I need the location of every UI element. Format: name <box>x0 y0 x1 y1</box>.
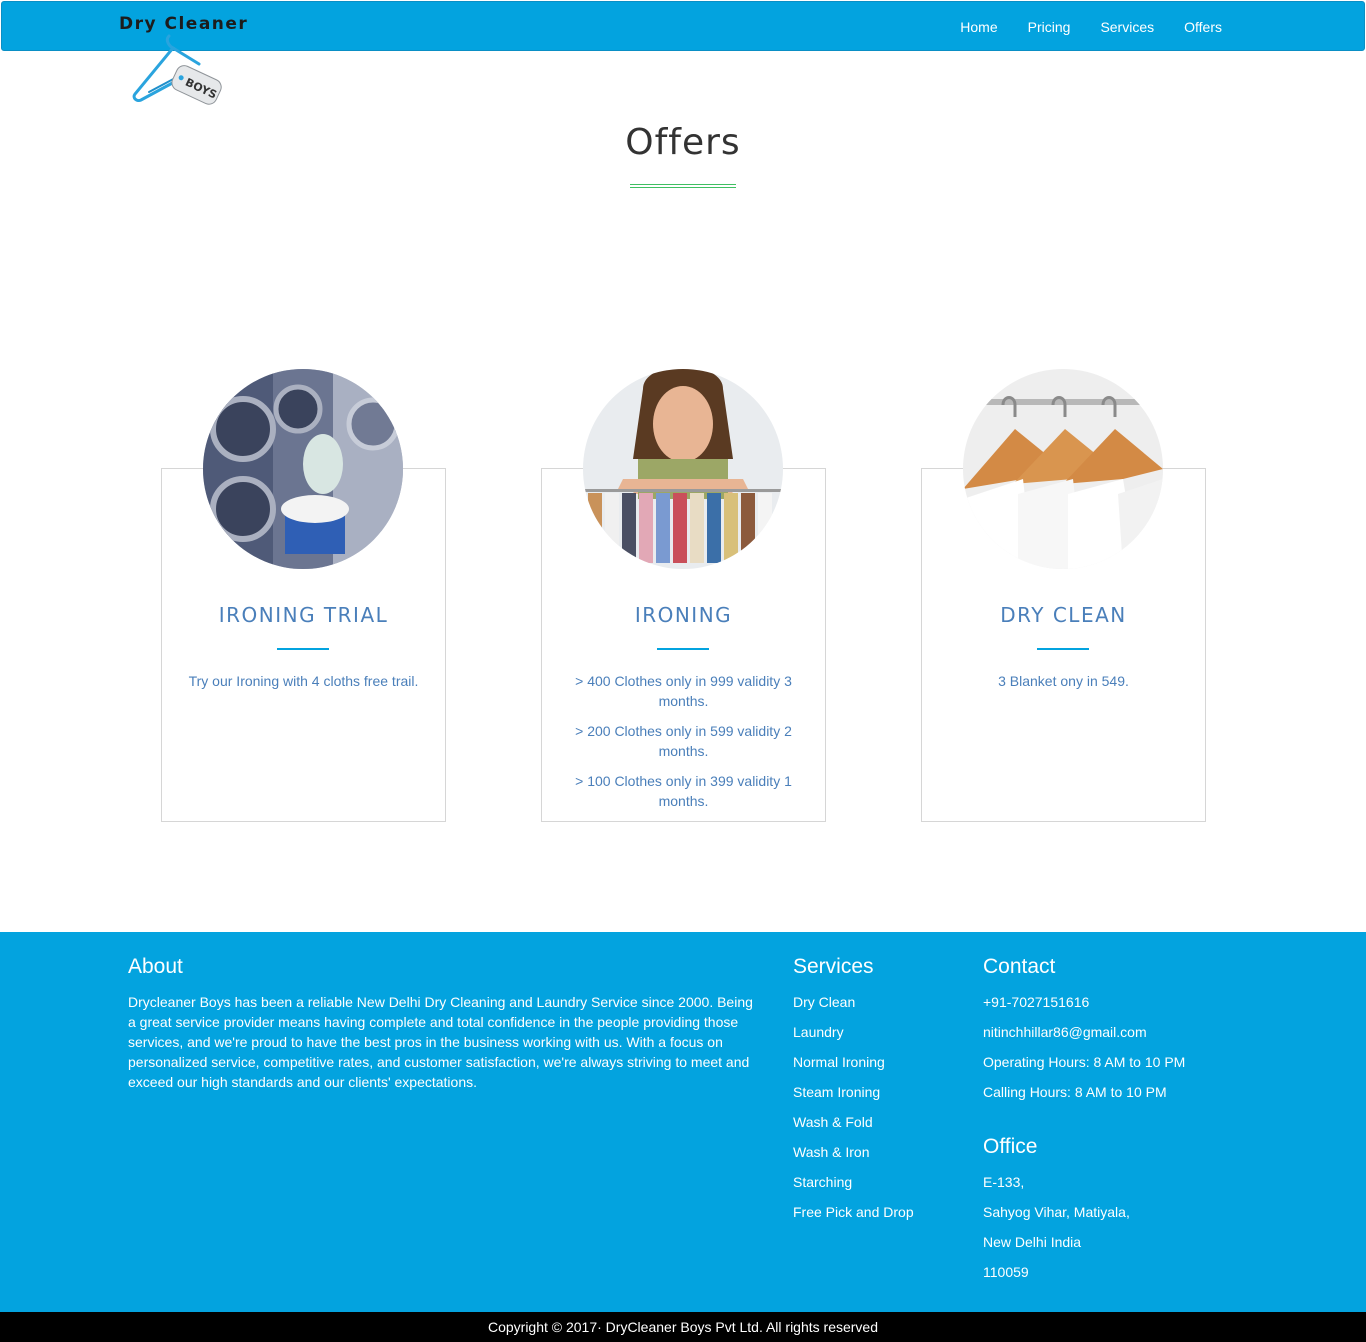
footer-office-heading: Office <box>983 1135 1038 1158</box>
hanger-icon: BOYS <box>132 34 222 105</box>
offer-description: > 400 Clothes only in 999 validity 3 mon… <box>566 671 801 821</box>
footer-about-text: Drycleaner Boys has been a reliable New … <box>128 994 753 1090</box>
footer-service-link[interactable]: Free Pick and Drop <box>793 1202 914 1232</box>
footer-services-heading: Services <box>793 955 874 978</box>
footer-contact-heading: Contact <box>983 955 1056 978</box>
address-line: New Delhi India <box>983 1234 1082 1250</box>
woman-clothes-rack-photo <box>583 369 783 569</box>
offer-title: DRY CLEAN <box>1000 603 1127 627</box>
footer-service-link[interactable]: Dry Clean <box>793 992 914 1022</box>
laundromat-photo <box>203 369 403 569</box>
copyright-bar: Copyright © 2017· DryCleaner Boys Pvt Lt… <box>0 1312 1366 1342</box>
footer-about-heading: About <box>128 955 183 978</box>
footer-office-address: E-133, Sahyog Vihar, Matiyala, New Delhi… <box>983 1172 1130 1292</box>
offer-title: IRONING TRIAL <box>218 603 389 627</box>
nav-home-link[interactable]: Home <box>945 18 1012 36</box>
wooden-hangers-photo <box>963 369 1163 569</box>
offer-description: 3 Blanket ony in 549. <box>946 671 1181 701</box>
contact-phone[interactable]: +91-7027151616 <box>983 992 1185 1022</box>
footer-contact-list: +91-7027151616 nitinchhillar86@gmail.com… <box>983 992 1185 1112</box>
footer-service-link[interactable]: Steam Ironing <box>793 1082 914 1112</box>
contact-calling-hours: Calling Hours: 8 AM to 10 PM <box>983 1084 1167 1100</box>
footer-service-link[interactable]: Normal Ironing <box>793 1052 914 1082</box>
title-divider <box>630 184 736 188</box>
offer-line: > 400 Clothes only in 999 validity 3 mon… <box>575 673 792 709</box>
nav-services-link[interactable]: Services <box>1085 18 1169 36</box>
offer-line: > 100 Clothes only in 399 validity 1 mon… <box>575 773 792 809</box>
address-line: E-133, <box>983 1174 1025 1190</box>
offer-title-divider <box>277 648 329 650</box>
footer-service-link[interactable]: Wash & Iron <box>793 1142 914 1172</box>
address-line: Sahyog Vihar, Matiyala, <box>983 1204 1130 1220</box>
offer-description: Try our Ironing with 4 cloths free trail… <box>186 671 421 701</box>
footer-service-link[interactable]: Starching <box>793 1172 914 1202</box>
page-title: Offers <box>625 122 741 163</box>
offer-title-divider <box>1037 648 1089 650</box>
offer-title-divider <box>657 648 709 650</box>
nav-pricing-link[interactable]: Pricing <box>1013 18 1086 36</box>
offer-line: Try our Ironing with 4 cloths free trail… <box>188 673 419 689</box>
footer-service-link[interactable]: Wash & Fold <box>793 1112 914 1142</box>
brand-logo[interactable]: Dry Cleaner BOYS <box>119 14 299 114</box>
footer-service-link[interactable]: Laundry <box>793 1022 914 1052</box>
offer-line: > 200 Clothes only in 599 validity 2 mon… <box>575 723 792 759</box>
contact-email[interactable]: nitinchhillar86@gmail.com <box>983 1022 1185 1052</box>
nav-links: Home Pricing Services Offers <box>945 18 1237 36</box>
footer-services-list: Dry Clean Laundry Normal Ironing Steam I… <box>793 992 914 1232</box>
nav-offers-link[interactable]: Offers <box>1169 18 1237 36</box>
footer: About Drycleaner Boys has been a reliabl… <box>0 932 1366 1312</box>
brand-name: Dry Cleaner <box>119 14 249 34</box>
contact-operating-hours: Operating Hours: 8 AM to 10 PM <box>983 1054 1186 1070</box>
address-line: 110059 <box>983 1264 1029 1280</box>
offer-title: IRONING <box>634 603 733 627</box>
offer-line: 3 Blanket ony in 549. <box>998 673 1129 689</box>
